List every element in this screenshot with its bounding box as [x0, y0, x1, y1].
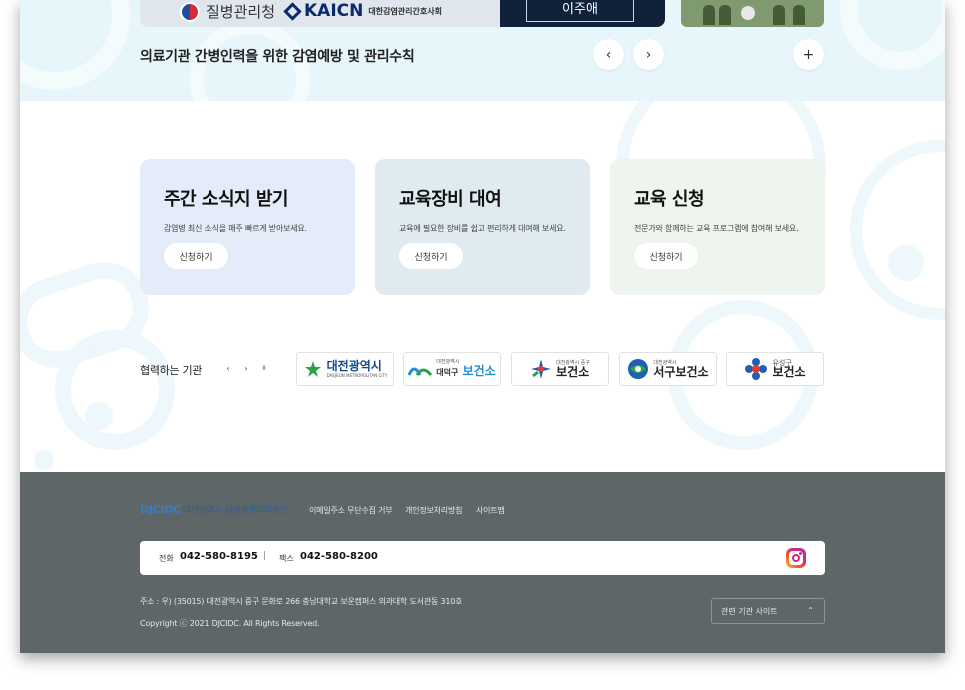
partner-yuseong-health-center[interactable]: 유성구 보건소: [726, 352, 824, 386]
kaicn-diamond-icon: [283, 1, 302, 21]
banner-emblem-icon: [741, 6, 755, 20]
partner-daejeon-city[interactable]: 대전광역시 DAEJEON METROPOLITAN CITY: [296, 352, 394, 386]
main-banner-slide[interactable]: 질병관리청 KAICN 대한감염관리간호사회 이주애: [140, 0, 665, 27]
chevron-left-icon: ‹: [605, 46, 612, 63]
daejeon-city-logo-icon: [304, 361, 321, 377]
partner-name: 서구보건소: [653, 364, 709, 379]
partner-daedeok-health-center[interactable]: 대전광역시 대덕구 보건소: [403, 352, 501, 386]
bg-dot: [34, 450, 54, 470]
speaker-name: 이주애: [526, 0, 634, 22]
hero-section: 질병관리청 KAICN 대한감염관리간호사회 이주애 의료기관 간병인력을 위한…: [20, 0, 945, 101]
seogu-logo-icon: [628, 359, 649, 379]
banner-person-figure: [719, 5, 731, 25]
card-description: 전문가와 함께하는 교육 프로그램에 참여해 보세요.: [634, 224, 799, 233]
partner-name-group: 대덕구 보건소: [436, 365, 495, 379]
banner-next-button[interactable]: ›: [633, 39, 664, 70]
yuseong-logo-icon: [745, 358, 768, 380]
partner-name: 보건소: [556, 364, 590, 379]
kaicn-logo: KAICN 대한감염관리간호사회: [283, 1, 442, 21]
card-weekly-newsletter: 주간 소식지 받기 감염병 최신 소식을 매주 빠르게 받아보세요. 신청하기: [140, 159, 355, 295]
chevron-right-icon: ›: [645, 46, 652, 63]
card-description: 교육에 필요한 장비를 쉽고 편리하게 대여해 보세요.: [399, 224, 566, 233]
partners-label: 협력하는 기관: [140, 364, 203, 377]
hero-ring: [840, 0, 945, 70]
card-education-apply: 교육 신청 전문가와 함께하는 교육 프로그램에 참여해 보세요. 신청하기: [610, 159, 825, 295]
education-apply-button[interactable]: 신청하기: [634, 243, 698, 269]
daedeok-logo-icon: [408, 367, 433, 376]
tel-number: 042-580-8195: [180, 551, 258, 562]
partner-name: 보건소: [462, 364, 496, 378]
chevron-right-icon: ›: [244, 363, 248, 373]
kdca-logo-text: 질병관리청: [206, 3, 276, 21]
rental-apply-button[interactable]: 신청하기: [399, 243, 463, 269]
plus-icon: +: [802, 46, 815, 63]
banner-person-figure: [703, 5, 715, 25]
partners-next-button[interactable]: ›: [238, 360, 254, 376]
footer: DJCIDC 대전광역시 감염병관리지원단 이메일주소 무단수집 거부 개인정보…: [20, 472, 945, 653]
speaker-panel: 이주애: [500, 0, 665, 27]
partner-name: 보건소: [772, 364, 806, 379]
bg-squiggle: [55, 330, 175, 450]
kaicn-logo-text: KAICN: [304, 1, 364, 21]
footer-link-sitemap[interactable]: 사이트맵: [476, 505, 505, 516]
kdca-logo: 질병관리청: [180, 1, 275, 22]
partners-prev-button[interactable]: ‹: [220, 360, 236, 376]
page: 질병관리청 KAICN 대한감염관리간호사회 이주애 의료기관 간병인력을 위한…: [20, 0, 945, 653]
card-title: 주간 소식지 받기: [164, 189, 288, 210]
banner-title: 의료기관 간병인력을 위한 감염예방 및 관리수칙: [140, 49, 415, 65]
bg-dot: [888, 245, 924, 281]
hero-ring: [20, 0, 130, 90]
kdca-emblem-icon: [180, 1, 200, 22]
card-title: 교육장비 대여: [399, 189, 502, 210]
footer-link-email-refusal[interactable]: 이메일주소 무단수집 거부: [309, 505, 393, 516]
bg-ring: [850, 140, 945, 320]
card-equipment-rental: 교육장비 대여 교육에 필요한 장비를 쉽고 편리하게 대여해 보세요. 신청하…: [375, 159, 590, 295]
card-description: 감염병 최신 소식을 매주 빠르게 받아보세요.: [164, 224, 307, 233]
related-sites-select[interactable]: 관련 기관 사이트 ⌃: [711, 598, 825, 624]
footer-logo[interactable]: DJCIDC 대전광역시 감염병관리지원단: [140, 503, 288, 516]
pause-icon: II: [262, 364, 266, 372]
bg-dot: [85, 402, 113, 430]
card-title: 교육 신청: [634, 189, 705, 210]
instagram-icon[interactable]: [786, 548, 806, 568]
related-sites-label: 관련 기관 사이트: [721, 606, 778, 616]
footer-link-privacy-policy[interactable]: 개인정보처리방침: [405, 505, 462, 516]
fax-label: 팩스: [279, 554, 294, 563]
junggu-logo-icon: [531, 359, 552, 379]
contact-separator: |: [263, 551, 267, 561]
chevron-left-icon: ‹: [226, 363, 230, 373]
banner-more-button[interactable]: +: [793, 39, 824, 70]
tel-label: 전화: [159, 554, 174, 563]
footer-logo-en: DJCIDC: [140, 503, 181, 516]
partner-name-prefix: 대덕구: [436, 368, 459, 377]
partner-name: 대전광역시: [326, 358, 382, 373]
banner-person-figure: [793, 5, 805, 25]
contact-bar: 전화 042-580-8195 | 팩스 042-580-8200: [140, 541, 825, 575]
partner-seogu-health-center[interactable]: 대전광역시 서구보건소: [619, 352, 717, 386]
footer-address: 주소 : 우) (35015) 대전광역시 중구 문화로 266 충남대학교 보…: [140, 597, 463, 606]
footer-logo-ko: 대전광역시 감염병관리지원단: [182, 506, 288, 516]
banner-person-figure: [773, 5, 785, 25]
partner-junggu-health-center[interactable]: 대전광역시 중구 보건소: [511, 352, 609, 386]
newsletter-apply-button[interactable]: 신청하기: [164, 243, 228, 269]
footer-copyright: Copyright ⓒ 2021 DJCIDC. All Rights Rese…: [140, 619, 320, 628]
fax-number: 042-580-8200: [300, 551, 378, 562]
chevron-up-icon: ⌃: [807, 606, 814, 615]
partner-subtext: DAEJEON METROPOLITAN CITY: [326, 372, 388, 378]
partners-pause-button[interactable]: II: [256, 360, 272, 376]
side-banner-slide[interactable]: [681, 0, 824, 27]
banner-prev-button[interactable]: ‹: [593, 39, 624, 70]
kaicn-logo-subtext: 대한감염관리간호사회: [368, 6, 442, 16]
